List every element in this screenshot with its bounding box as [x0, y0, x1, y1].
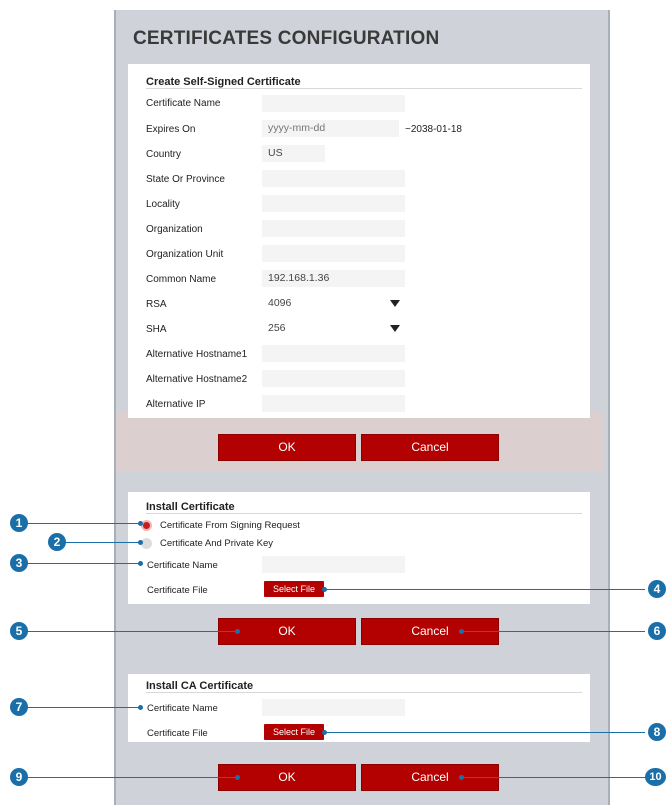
common-name-input[interactable] — [262, 270, 405, 287]
install-cert-name-input[interactable] — [262, 556, 405, 573]
state-input[interactable] — [262, 170, 405, 187]
organization-label: Organization — [146, 224, 203, 235]
radio-private-key-label: Certificate And Private Key — [160, 538, 273, 549]
state-label: State Or Province — [146, 174, 225, 185]
expires-on-hint: ~2038-01-18 — [405, 124, 462, 135]
organization-unit-label: Organization Unit — [146, 249, 224, 260]
install-ca-name-label: Certificate Name — [147, 703, 218, 714]
alt-ip-label: Alternative IP — [146, 399, 206, 410]
section-divider-band — [116, 412, 604, 472]
sha-select[interactable]: 256 — [262, 320, 405, 337]
alt-hostname2-input[interactable] — [262, 370, 405, 387]
callout-line — [27, 563, 140, 564]
organization-input[interactable] — [262, 220, 405, 237]
radio-signing-request-label: Certificate From Signing Request — [160, 520, 300, 531]
install-certificate-title: Install Certificate — [146, 501, 235, 513]
callout-dot — [138, 705, 143, 710]
expires-on-input[interactable] — [262, 120, 399, 137]
install-ca-name-input[interactable] — [262, 699, 405, 716]
callout-line — [325, 589, 645, 590]
page-title: CERTIFICATES CONFIGURATION — [133, 28, 440, 49]
self-signed-title: Create Self-Signed Certificate — [146, 76, 301, 88]
callout-dot — [459, 629, 464, 634]
self-signed-cancel-button[interactable]: Cancel — [361, 434, 499, 461]
alt-hostname1-label: Alternative Hostname1 — [146, 349, 248, 360]
rsa-select[interactable]: 4096 — [262, 295, 405, 312]
organization-unit-input[interactable] — [262, 245, 405, 262]
callout-dot — [235, 629, 240, 634]
callout-dot — [138, 540, 143, 545]
callout-line — [62, 542, 140, 543]
callout-9: 9 — [10, 768, 28, 786]
callout-dot — [322, 730, 327, 735]
install-ca-title: Install CA Certificate — [146, 680, 254, 692]
sha-label: SHA — [146, 324, 167, 335]
rsa-label: RSA — [146, 299, 167, 310]
callout-line — [27, 777, 237, 778]
callout-line — [27, 707, 140, 708]
callout-line — [462, 777, 645, 778]
self-signed-rule — [146, 88, 582, 89]
alt-hostname1-input[interactable] — [262, 345, 405, 362]
rsa-value: 4096 — [268, 297, 292, 309]
callout-dot — [138, 561, 143, 566]
callout-dot — [459, 775, 464, 780]
alt-ip-input[interactable] — [262, 395, 405, 412]
callout-dot — [235, 775, 240, 780]
callout-6: 6 — [648, 622, 666, 640]
locality-label: Locality — [146, 199, 180, 210]
country-label: Country — [146, 149, 182, 160]
install-cert-name-label: Certificate Name — [147, 560, 218, 571]
install-cert-select-file-button[interactable]: Select File — [264, 581, 324, 597]
install-ca-file-label: Certificate File — [147, 728, 208, 739]
callout-3: 3 — [10, 554, 28, 572]
callout-dot — [322, 587, 327, 592]
install-cert-file-label: Certificate File — [147, 585, 208, 596]
install-ca-rule — [146, 692, 582, 693]
callout-10: 10 — [645, 768, 666, 786]
alt-hostname2-label: Alternative Hostname2 — [146, 374, 248, 385]
expires-on-label: Expires On — [146, 124, 196, 135]
callout-line — [27, 523, 140, 524]
locality-input[interactable] — [262, 195, 405, 212]
install-certificate-rule — [146, 513, 582, 514]
callout-line — [462, 631, 645, 632]
self-signed-ok-button[interactable]: OK — [218, 434, 356, 461]
common-name-label: Common Name — [146, 274, 217, 285]
callout-4: 4 — [648, 580, 666, 598]
callout-line — [27, 631, 237, 632]
callout-2: 2 — [48, 533, 66, 551]
callout-5: 5 — [10, 622, 28, 640]
install-ca-select-file-button[interactable]: Select File — [264, 724, 324, 740]
callout-1: 1 — [10, 514, 28, 532]
self-signed-section — [128, 64, 590, 418]
callout-dot — [138, 521, 143, 526]
certificate-name-input[interactable] — [262, 95, 405, 112]
callout-line — [325, 732, 645, 733]
certificate-name-label: Certificate Name — [146, 98, 221, 109]
callout-8: 8 — [648, 723, 666, 741]
country-input[interactable] — [262, 145, 325, 162]
dropdown-arrow-icon — [390, 325, 400, 332]
sha-value: 256 — [268, 322, 286, 334]
dropdown-arrow-icon — [390, 300, 400, 307]
callout-7: 7 — [10, 698, 28, 716]
